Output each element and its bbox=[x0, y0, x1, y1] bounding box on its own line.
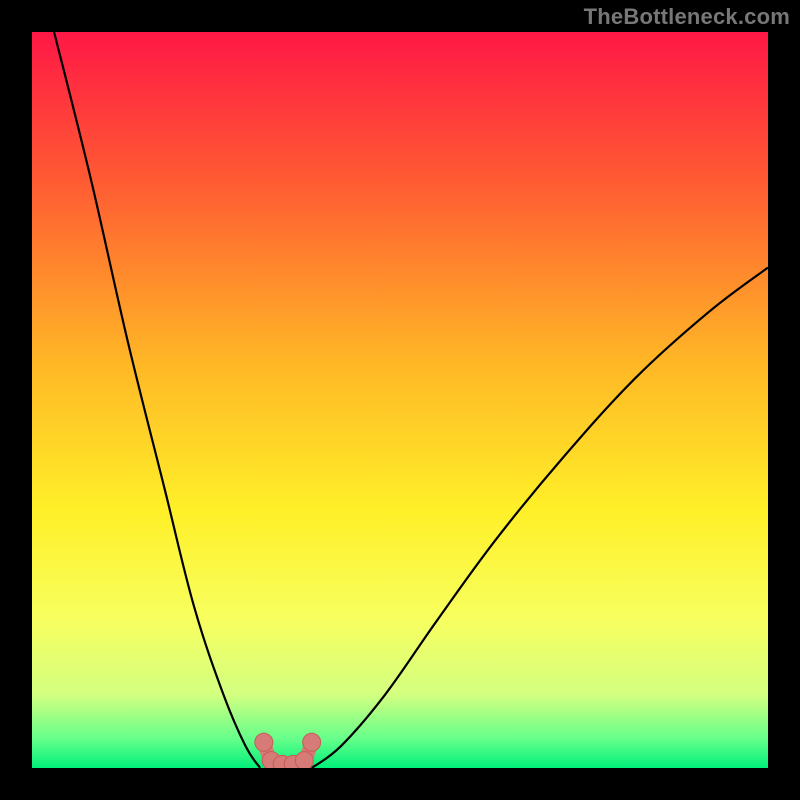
chart-canvas bbox=[32, 32, 768, 768]
watermark-text: TheBottleneck.com bbox=[584, 4, 790, 30]
valley-marker bbox=[255, 733, 273, 751]
valley-marker bbox=[303, 733, 321, 751]
chart-svg bbox=[32, 32, 768, 768]
outer-frame: TheBottleneck.com bbox=[0, 0, 800, 800]
valley-marker bbox=[295, 752, 313, 768]
